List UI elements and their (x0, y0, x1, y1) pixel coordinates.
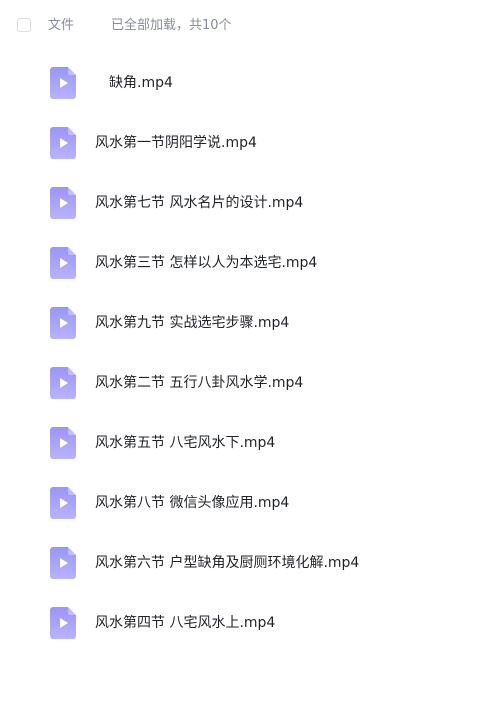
video-file-icon (50, 67, 76, 99)
file-list: 缺角.mp4 风水第一节阴阳学说.mp4 风水第七节 风水名片的设计.mp4 风… (0, 52, 495, 652)
select-all-checkbox[interactable] (17, 18, 31, 32)
file-row[interactable]: 风水第五节 八宅风水下.mp4 (0, 412, 495, 472)
file-name: 风水第三节 怎样以人为本选宅.mp4 (95, 255, 318, 271)
video-file-icon (50, 427, 76, 459)
file-name: 风水第一节阴阳学说.mp4 (95, 135, 257, 151)
file-list-header: 文件 已全部加载，共10个 (0, 0, 495, 52)
file-column-header: 文件 (48, 18, 75, 33)
file-name: 风水第四节 八宅风水上.mp4 (95, 615, 276, 631)
video-file-icon (50, 547, 76, 579)
video-file-icon (50, 247, 76, 279)
file-name: 风水第六节 户型缺角及厨厕环境化解.mp4 (95, 555, 360, 571)
file-row[interactable]: 风水第六节 户型缺角及厨厕环境化解.mp4 (0, 532, 495, 592)
file-row[interactable]: 风水第二节 五行八卦风水学.mp4 (0, 352, 495, 412)
file-name: 风水第五节 八宅风水下.mp4 (95, 435, 276, 451)
video-file-icon (50, 127, 76, 159)
video-file-icon (50, 187, 76, 219)
file-row[interactable]: 风水第一节阴阳学说.mp4 (0, 112, 495, 172)
video-file-icon (50, 307, 76, 339)
file-name: 风水第八节 微信头像应用.mp4 (95, 495, 290, 511)
file-name: 缺角.mp4 (109, 75, 173, 91)
file-row[interactable]: 风水第四节 八宅风水上.mp4 (0, 592, 495, 652)
load-status: 已全部加载，共10个 (111, 18, 232, 33)
file-row[interactable]: 风水第八节 微信头像应用.mp4 (0, 472, 495, 532)
file-name: 风水第七节 风水名片的设计.mp4 (95, 195, 304, 211)
file-name: 风水第九节 实战选宅步骤.mp4 (95, 315, 290, 331)
file-name: 风水第二节 五行八卦风水学.mp4 (95, 375, 304, 391)
video-file-icon (50, 367, 76, 399)
file-row[interactable]: 风水第九节 实战选宅步骤.mp4 (0, 292, 495, 352)
file-row[interactable]: 风水第三节 怎样以人为本选宅.mp4 (0, 232, 495, 292)
video-file-icon (50, 487, 76, 519)
file-row[interactable]: 风水第七节 风水名片的设计.mp4 (0, 172, 495, 232)
video-file-icon (50, 607, 76, 639)
file-row[interactable]: 缺角.mp4 (0, 52, 495, 112)
